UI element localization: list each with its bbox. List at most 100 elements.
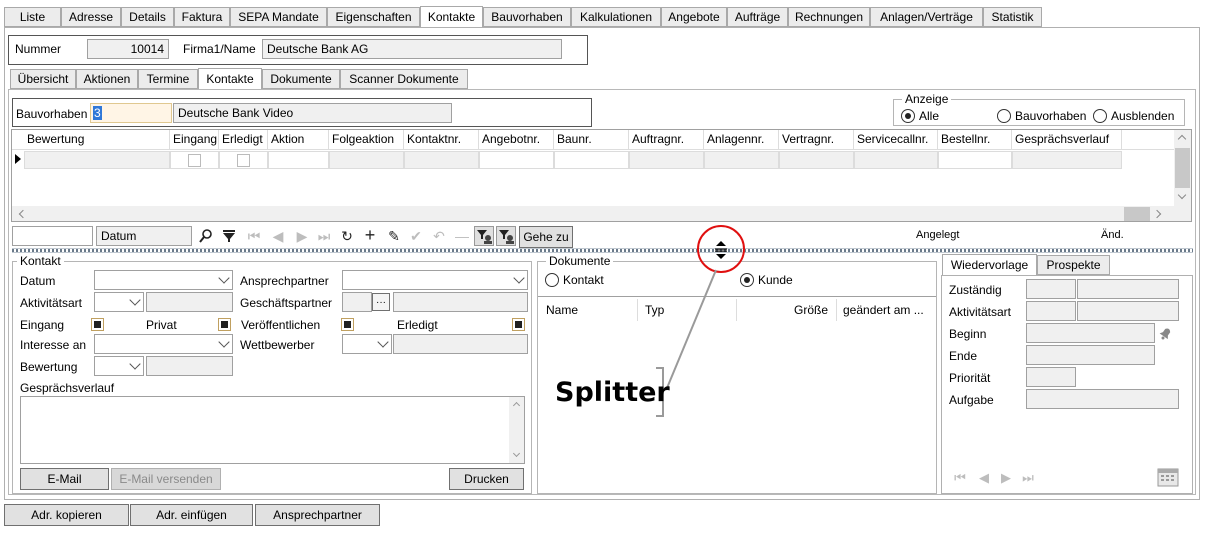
- eingang-checkbox[interactable]: [91, 318, 104, 331]
- filter-user-icon[interactable]: [474, 226, 494, 246]
- grid-vscrollbar[interactable]: [1174, 130, 1191, 206]
- search-value-field[interactable]: [12, 226, 93, 246]
- scroll-down-icon[interactable]: [1177, 190, 1187, 200]
- doc-col-name[interactable]: Name: [546, 303, 578, 317]
- ansprechpartner-combo[interactable]: [342, 270, 528, 290]
- datum-combo[interactable]: [94, 270, 233, 290]
- tab-eigenschaften[interactable]: Eigenschaften: [327, 7, 420, 27]
- ansprechpartner-button[interactable]: Ansprechpartner: [255, 504, 380, 526]
- wettbewerber-combo[interactable]: [342, 334, 392, 354]
- nummer-field[interactable]: 10014: [87, 39, 169, 59]
- privat-checkbox[interactable]: [218, 318, 231, 331]
- dokumente-kontakt-label[interactable]: Kontakt: [563, 273, 604, 287]
- tab-angebote[interactable]: Angebote: [661, 7, 727, 27]
- subtab-dokumente[interactable]: Dokumente: [262, 69, 340, 89]
- wv-next-icon[interactable]: ▶: [998, 470, 1014, 486]
- zustaendig-code[interactable]: [1026, 279, 1076, 299]
- scroll-down-icon[interactable]: [512, 449, 521, 458]
- cell-eingang[interactable]: [170, 151, 219, 169]
- ende-field[interactable]: [1026, 345, 1155, 365]
- col-anlagennr[interactable]: Anlagennr.: [704, 130, 779, 150]
- cell-vertragnr[interactable]: [779, 151, 854, 169]
- subtab-kontakte[interactable]: Kontakte: [198, 68, 262, 90]
- col-aktion[interactable]: Aktion: [268, 130, 329, 150]
- erledigt-checkbox[interactable]: [512, 318, 525, 331]
- wv-last-icon[interactable]: ⏭: [1020, 470, 1036, 486]
- tab-kalkulationen[interactable]: Kalkulationen: [571, 7, 661, 27]
- anzeige-alle-radio[interactable]: [901, 109, 915, 123]
- col-angebotnr[interactable]: Angebotnr.: [479, 130, 554, 150]
- wv-aktivitaetsart-code[interactable]: [1026, 301, 1076, 321]
- col-auftragnr[interactable]: Auftragnr.: [629, 130, 704, 150]
- tab-faktura[interactable]: Faktura: [174, 7, 230, 27]
- first-record-icon[interactable]: ⏮: [246, 228, 262, 244]
- cell-bewertung[interactable]: [24, 151, 170, 169]
- bauvorhaben-id-field[interactable]: 3: [90, 103, 172, 123]
- grid-hscrollbar[interactable]: [12, 206, 1191, 221]
- tab-auftraege[interactable]: Aufträge: [727, 7, 788, 27]
- wv-first-icon[interactable]: ⏮: [952, 470, 968, 486]
- doc-col-groesse[interactable]: Größe: [794, 303, 828, 317]
- cell-anlagennr[interactable]: [704, 151, 779, 169]
- aktivitaetsart-combo[interactable]: [94, 292, 144, 312]
- hscroll-thumb[interactable]: [1124, 207, 1150, 221]
- subtab-uebersicht[interactable]: Übersicht: [10, 69, 76, 89]
- beginn-field[interactable]: [1026, 323, 1155, 343]
- interesse-combo[interactable]: [94, 334, 233, 354]
- col-bewertung[interactable]: Bewertung: [24, 130, 170, 150]
- tab-rechnungen[interactable]: Rechnungen: [788, 7, 870, 27]
- cell-aktion[interactable]: [268, 151, 329, 169]
- col-bestellnr[interactable]: Bestellnr.: [938, 130, 1012, 150]
- scroll-thumb[interactable]: [1175, 148, 1190, 188]
- geschaeftspartner-lookup-button[interactable]: ···: [372, 293, 390, 311]
- aufgabe-field[interactable]: [1026, 389, 1179, 409]
- undo-icon[interactable]: ↶: [431, 228, 447, 244]
- cell-kontaktnr[interactable]: [404, 151, 479, 169]
- add-icon[interactable]: +: [362, 226, 378, 244]
- scroll-up-icon[interactable]: [512, 401, 521, 410]
- tab-kontakte[interactable]: Kontakte: [420, 6, 483, 28]
- veroeffentlichen-checkbox[interactable]: [341, 318, 354, 331]
- tab-anlagen-vertraege[interactable]: Anlagen/Verträge: [870, 7, 983, 27]
- doc-col-geaendert[interactable]: geändert am ...: [843, 303, 924, 317]
- splitter-bar[interactable]: [12, 248, 1193, 253]
- scroll-right-icon[interactable]: [1152, 209, 1162, 219]
- bauvorhaben-name-field[interactable]: Deutsche Bank Video: [173, 103, 452, 123]
- subtab-aktionen[interactable]: Aktionen: [76, 69, 138, 89]
- calendar-icon[interactable]: [1157, 467, 1179, 487]
- adr-einfuegen-button[interactable]: Adr. einfügen: [130, 504, 253, 526]
- col-kontaktnr[interactable]: Kontaktnr.: [404, 130, 479, 150]
- anzeige-bauvorhaben-radio[interactable]: [997, 109, 1011, 123]
- edit-icon[interactable]: ✎: [386, 228, 402, 244]
- cell-gespraechsverlauf[interactable]: [1012, 151, 1122, 169]
- geschaeftspartner-field[interactable]: [342, 292, 372, 312]
- cell-angebotnr[interactable]: [479, 151, 554, 169]
- cell-erledigt-checkbox[interactable]: [237, 154, 250, 167]
- tab-sepa-mandate[interactable]: SEPA Mandate: [230, 7, 327, 27]
- cell-erledigt[interactable]: [219, 151, 268, 169]
- cell-servicecallnr[interactable]: [854, 151, 938, 169]
- kontakte-grid[interactable]: Bewertung Eingang Erledigt Aktion Folgea…: [11, 129, 1192, 222]
- tab-liste[interactable]: Liste: [4, 7, 61, 27]
- delete-icon[interactable]: —: [454, 228, 470, 244]
- bell-icon[interactable]: [1158, 325, 1174, 341]
- doc-col-typ[interactable]: Typ: [645, 303, 664, 317]
- tab-adresse[interactable]: Adresse: [61, 7, 121, 27]
- search-icon[interactable]: [198, 228, 214, 244]
- cell-folgeaktion[interactable]: [329, 151, 404, 169]
- subtab-termine[interactable]: Termine: [138, 69, 198, 89]
- print-button[interactable]: Drucken: [449, 468, 524, 490]
- search-column-field[interactable]: Datum: [96, 226, 192, 246]
- save-check-icon[interactable]: ✔: [408, 228, 424, 244]
- col-vertragnr[interactable]: Vertragnr.: [779, 130, 854, 150]
- adr-kopieren-button[interactable]: Adr. kopieren: [4, 504, 129, 526]
- tab-wiedervorlage[interactable]: Wiedervorlage: [942, 254, 1037, 276]
- goto-button[interactable]: Gehe zu: [519, 226, 573, 248]
- next-record-icon[interactable]: ▶: [294, 228, 310, 244]
- bewertung-combo[interactable]: [94, 356, 144, 376]
- dokumente-kunde-label[interactable]: Kunde: [758, 273, 793, 287]
- gespraech-textarea[interactable]: [20, 396, 525, 464]
- dokumente-kontakt-radio[interactable]: [545, 273, 559, 287]
- col-servicecallnr[interactable]: Servicecallnr.: [854, 130, 938, 150]
- col-eingang[interactable]: Eingang: [170, 130, 219, 150]
